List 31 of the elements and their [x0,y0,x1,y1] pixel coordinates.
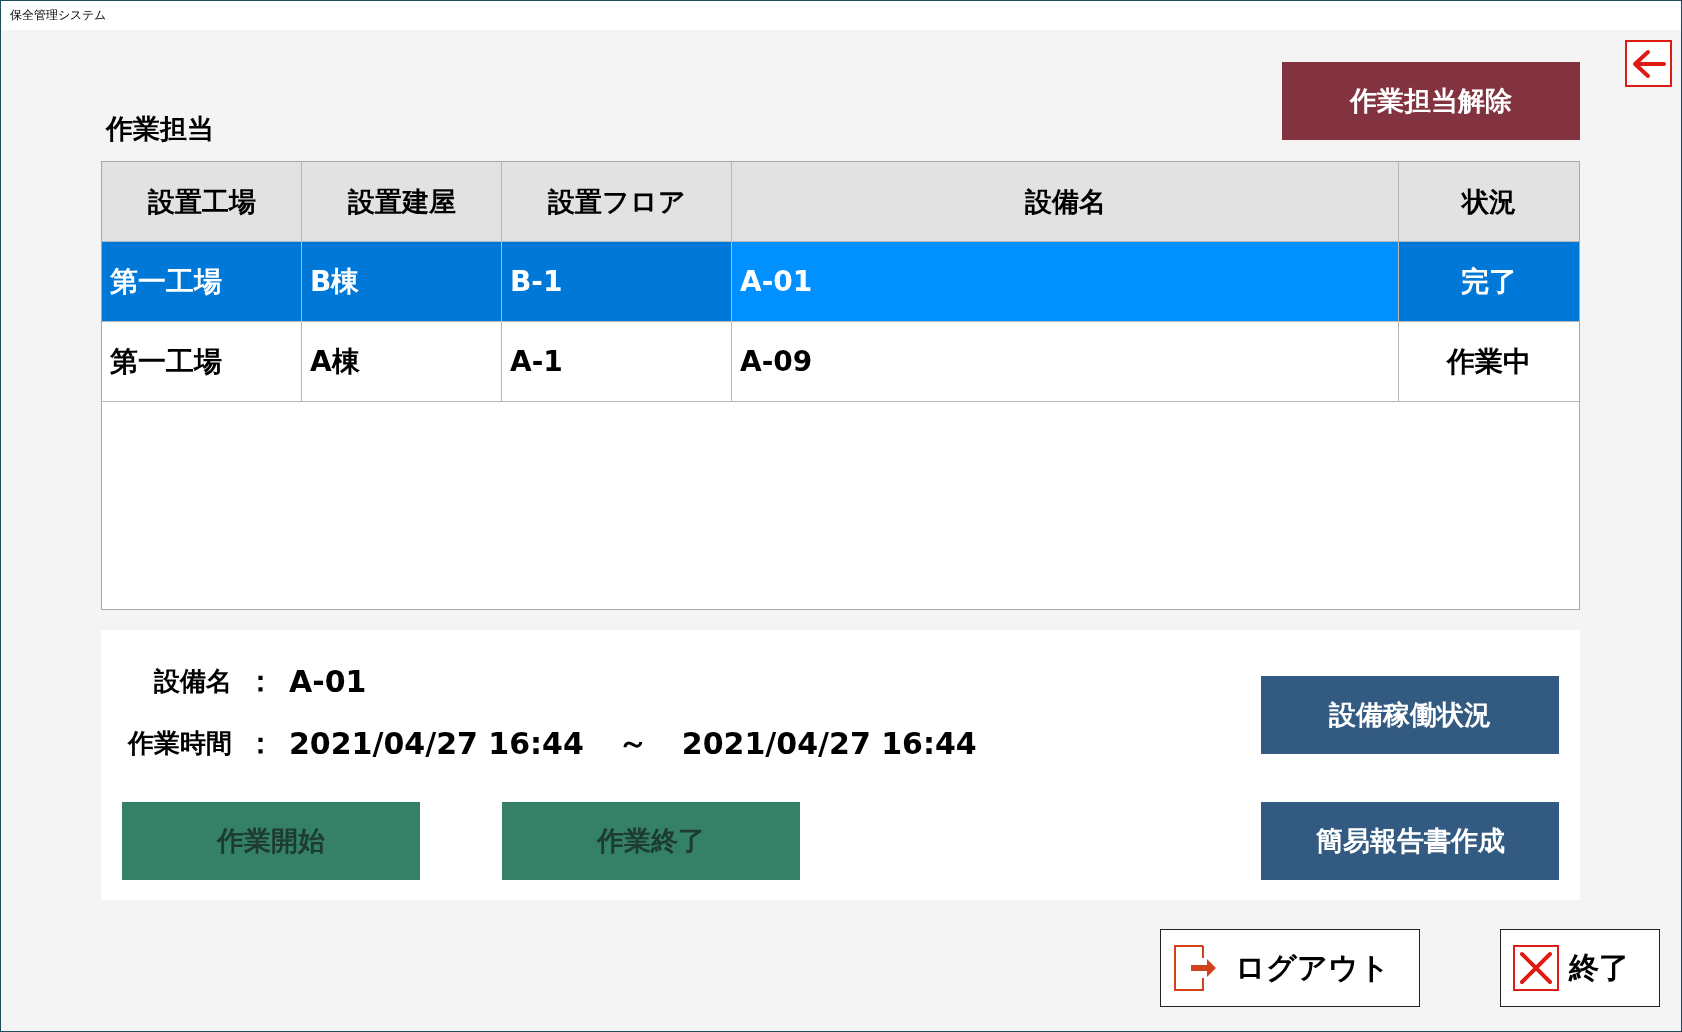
table-cell[interactable]: 第一工場 [102,322,302,402]
colon-separator: ： [246,724,275,762]
close-icon [1513,945,1559,991]
table-cell[interactable]: A棟 [302,322,502,402]
table-cell[interactable]: 完了 [1399,242,1579,322]
column-header[interactable]: 設備名 [732,162,1399,242]
release-button[interactable]: 作業担当解除 [1282,62,1580,140]
table-cell[interactable]: B棟 [302,242,502,322]
logout-icon [1173,944,1217,992]
column-header[interactable]: 状況 [1399,162,1579,242]
column-header[interactable]: 設置建屋 [302,162,502,242]
field-value: A-01 [289,664,367,700]
field-value: 2021/04/27 16:44 [289,726,584,762]
colon-separator: ： [246,662,275,700]
back-button[interactable] [1625,40,1672,87]
window-title: 保全管理システム [1,1,1681,30]
column-header[interactable]: 設置フロア [502,162,732,242]
field-value: ～ [617,724,648,763]
table-cell[interactable]: A-09 [732,322,1399,402]
report-button[interactable]: 設備稼働状況 [1261,676,1559,754]
logout-button[interactable]: ログアウト [1160,929,1420,1007]
field-label: 作業時間 [126,727,232,761]
field-label: 設備名 [153,665,232,699]
table-cell[interactable]: 第一工場 [102,242,302,322]
field-value: 2021/04/27 16:44 [681,726,977,762]
table-cell[interactable]: B-1 [502,242,732,322]
section-label: 作業担当 [106,112,214,146]
report-button[interactable]: 簡易報告書作成 [1261,802,1559,880]
column-header[interactable]: 設置工場 [102,162,302,242]
table-cell[interactable]: A-1 [502,322,732,402]
exit-button[interactable]: 終了 [1500,929,1660,1007]
